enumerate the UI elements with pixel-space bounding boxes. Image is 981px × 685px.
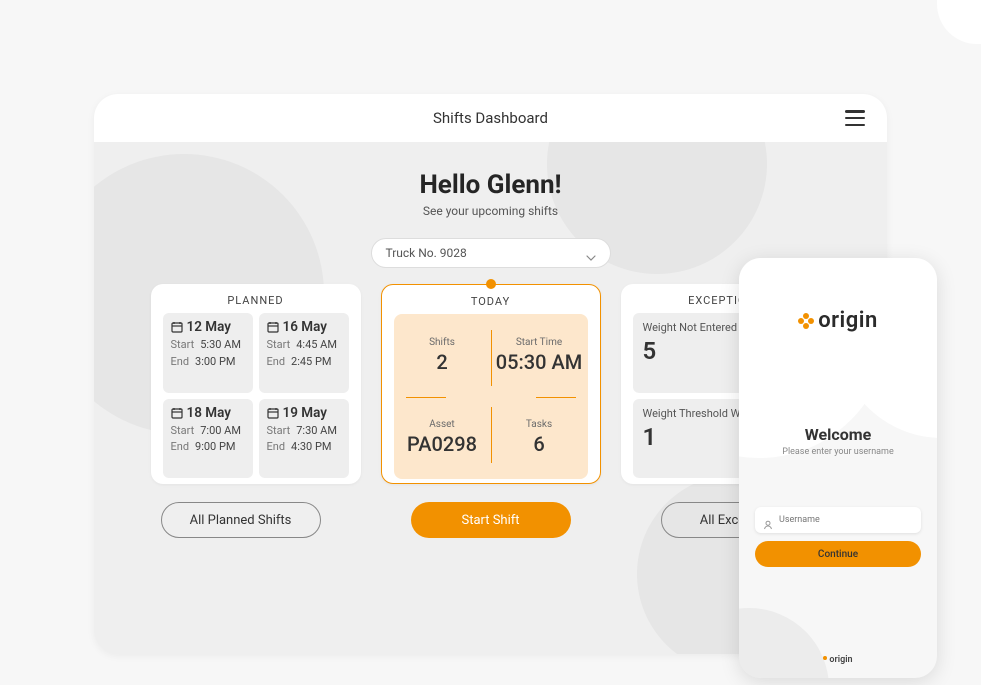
footer-brand-text: origin bbox=[829, 655, 852, 665]
shift-end: 4:30 PM bbox=[291, 439, 331, 456]
calendar-icon bbox=[267, 321, 279, 333]
shift-date: 19 May bbox=[283, 405, 327, 421]
brand-mark-icon bbox=[823, 656, 827, 660]
planned-shift-tile[interactable]: 18 May Start 7:00 AM End 9:00 PM bbox=[163, 399, 253, 479]
shift-date: 16 May bbox=[283, 319, 327, 335]
user-icon bbox=[763, 515, 773, 525]
planned-card: PLANNED 12 May Start 5:30 AM End 3:00 PM bbox=[151, 284, 361, 484]
all-planned-button[interactable]: All Planned Shifts bbox=[161, 502, 321, 538]
truck-select[interactable]: Truck No. 9028 bbox=[371, 238, 611, 268]
shift-date: 18 May bbox=[187, 405, 231, 421]
today-tasks-cell: Tasks 6 bbox=[491, 397, 588, 480]
today-asset-label: Asset bbox=[429, 419, 454, 430]
shift-start-label: Start bbox=[171, 423, 195, 440]
shift-end-label: End bbox=[171, 354, 190, 371]
today-starttime-value: 05:30 AM bbox=[496, 350, 582, 374]
shift-start-label: Start bbox=[267, 423, 291, 440]
phone-frame: origin Welcome Please enter your usernam… bbox=[739, 258, 937, 678]
welcome-title: Welcome bbox=[755, 425, 921, 444]
brand-text: origin bbox=[818, 308, 878, 333]
truck-select-value: Truck No. 9028 bbox=[386, 246, 467, 260]
continue-label: Continue bbox=[818, 549, 858, 560]
today-card: TODAY Shifts 2 Start Time 05:30 AM bbox=[381, 284, 601, 484]
planned-shift-tile[interactable]: 12 May Start 5:30 AM End 3:00 PM bbox=[163, 313, 253, 393]
page-title: Shifts Dashboard bbox=[433, 109, 548, 127]
start-shift-label: Start Shift bbox=[461, 513, 519, 528]
shift-start: 4:45 AM bbox=[296, 337, 337, 354]
shift-end: 3:00 PM bbox=[195, 354, 235, 371]
shift-end: 2:45 PM bbox=[291, 354, 331, 371]
continue-button[interactable]: Continue bbox=[755, 541, 921, 567]
menu-icon[interactable] bbox=[845, 110, 865, 126]
brand-logo: origin bbox=[755, 308, 921, 333]
shift-start-label: Start bbox=[267, 337, 291, 354]
today-header: TODAY bbox=[394, 295, 588, 314]
planned-shift-tile[interactable]: 19 May Start 7:30 AM End 4:30 PM bbox=[259, 399, 349, 479]
shift-start-label: Start bbox=[171, 337, 195, 354]
greeting-subtitle: See your upcoming shifts bbox=[144, 204, 837, 218]
all-planned-label: All Planned Shifts bbox=[190, 513, 292, 528]
shift-end-label: End bbox=[171, 439, 190, 456]
calendar-icon bbox=[267, 407, 279, 419]
shift-end-label: End bbox=[267, 354, 286, 371]
username-input[interactable] bbox=[779, 515, 913, 525]
calendar-icon bbox=[171, 407, 183, 419]
today-shifts-label: Shifts bbox=[429, 337, 455, 348]
brand-mark-icon bbox=[798, 313, 814, 329]
username-field[interactable] bbox=[755, 507, 921, 533]
phone-footer: origin bbox=[739, 647, 937, 666]
shift-end: 9:00 PM bbox=[195, 439, 235, 456]
today-shifts-value: 2 bbox=[436, 350, 447, 374]
today-tasks-value: 6 bbox=[533, 432, 544, 456]
shift-start: 7:00 AM bbox=[200, 423, 241, 440]
chevron-down-icon bbox=[586, 250, 596, 256]
planned-shift-tile[interactable]: 16 May Start 4:45 AM End 2:45 PM bbox=[259, 313, 349, 393]
shift-start: 5:30 AM bbox=[200, 337, 241, 354]
today-asset-cell: Asset PA0298 bbox=[394, 397, 491, 480]
greeting: Hello Glenn! bbox=[144, 170, 837, 200]
shift-end-label: End bbox=[267, 439, 286, 456]
welcome-subtitle: Please enter your username bbox=[755, 447, 921, 457]
planned-header: PLANNED bbox=[163, 294, 349, 313]
today-asset-value: PA0298 bbox=[407, 432, 477, 456]
start-shift-button[interactable]: Start Shift bbox=[411, 502, 571, 538]
today-tasks-label: Tasks bbox=[526, 419, 552, 430]
app-header: Shifts Dashboard bbox=[94, 94, 887, 142]
calendar-icon bbox=[171, 321, 183, 333]
shift-start: 7:30 AM bbox=[296, 423, 337, 440]
shift-date: 12 May bbox=[187, 319, 231, 335]
today-starttime-cell: Start Time 05:30 AM bbox=[491, 314, 588, 397]
today-shifts-cell: Shifts 2 bbox=[394, 314, 491, 397]
today-starttime-label: Start Time bbox=[516, 337, 562, 348]
